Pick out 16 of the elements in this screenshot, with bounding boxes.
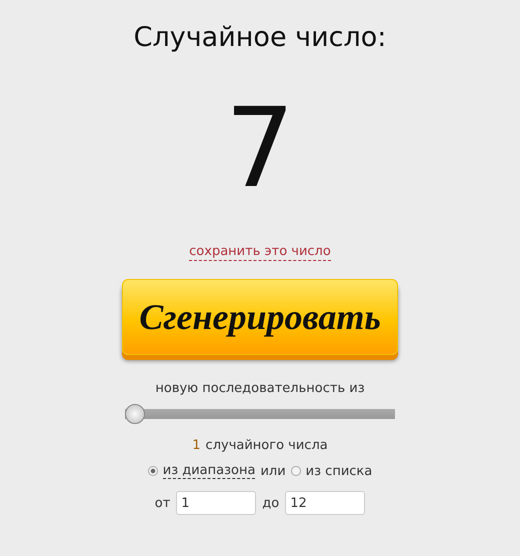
sequence-label: новую последовательность из [155, 381, 365, 396]
to-label: до [262, 496, 280, 510]
radio-label[interactable]: из списка [306, 464, 372, 478]
radio-button[interactable] [148, 466, 158, 476]
radio-button[interactable] [290, 466, 301, 476]
from-field[interactable]: 1 [176, 491, 256, 515]
slider-handle[interactable] [125, 404, 145, 424]
heading: Случайное число: [134, 22, 386, 53]
count-label: случайного числа [206, 438, 328, 453]
radio-label[interactable]: из диапазона [162, 463, 256, 479]
count-value: 1 [192, 438, 201, 453]
save-number-link[interactable]: сохранить это число [189, 243, 331, 261]
or-text: или [260, 464, 286, 478]
random-number: 7 [225, 93, 295, 203]
from-label: от [154, 496, 170, 510]
to-field[interactable]: 12 [285, 491, 366, 515]
